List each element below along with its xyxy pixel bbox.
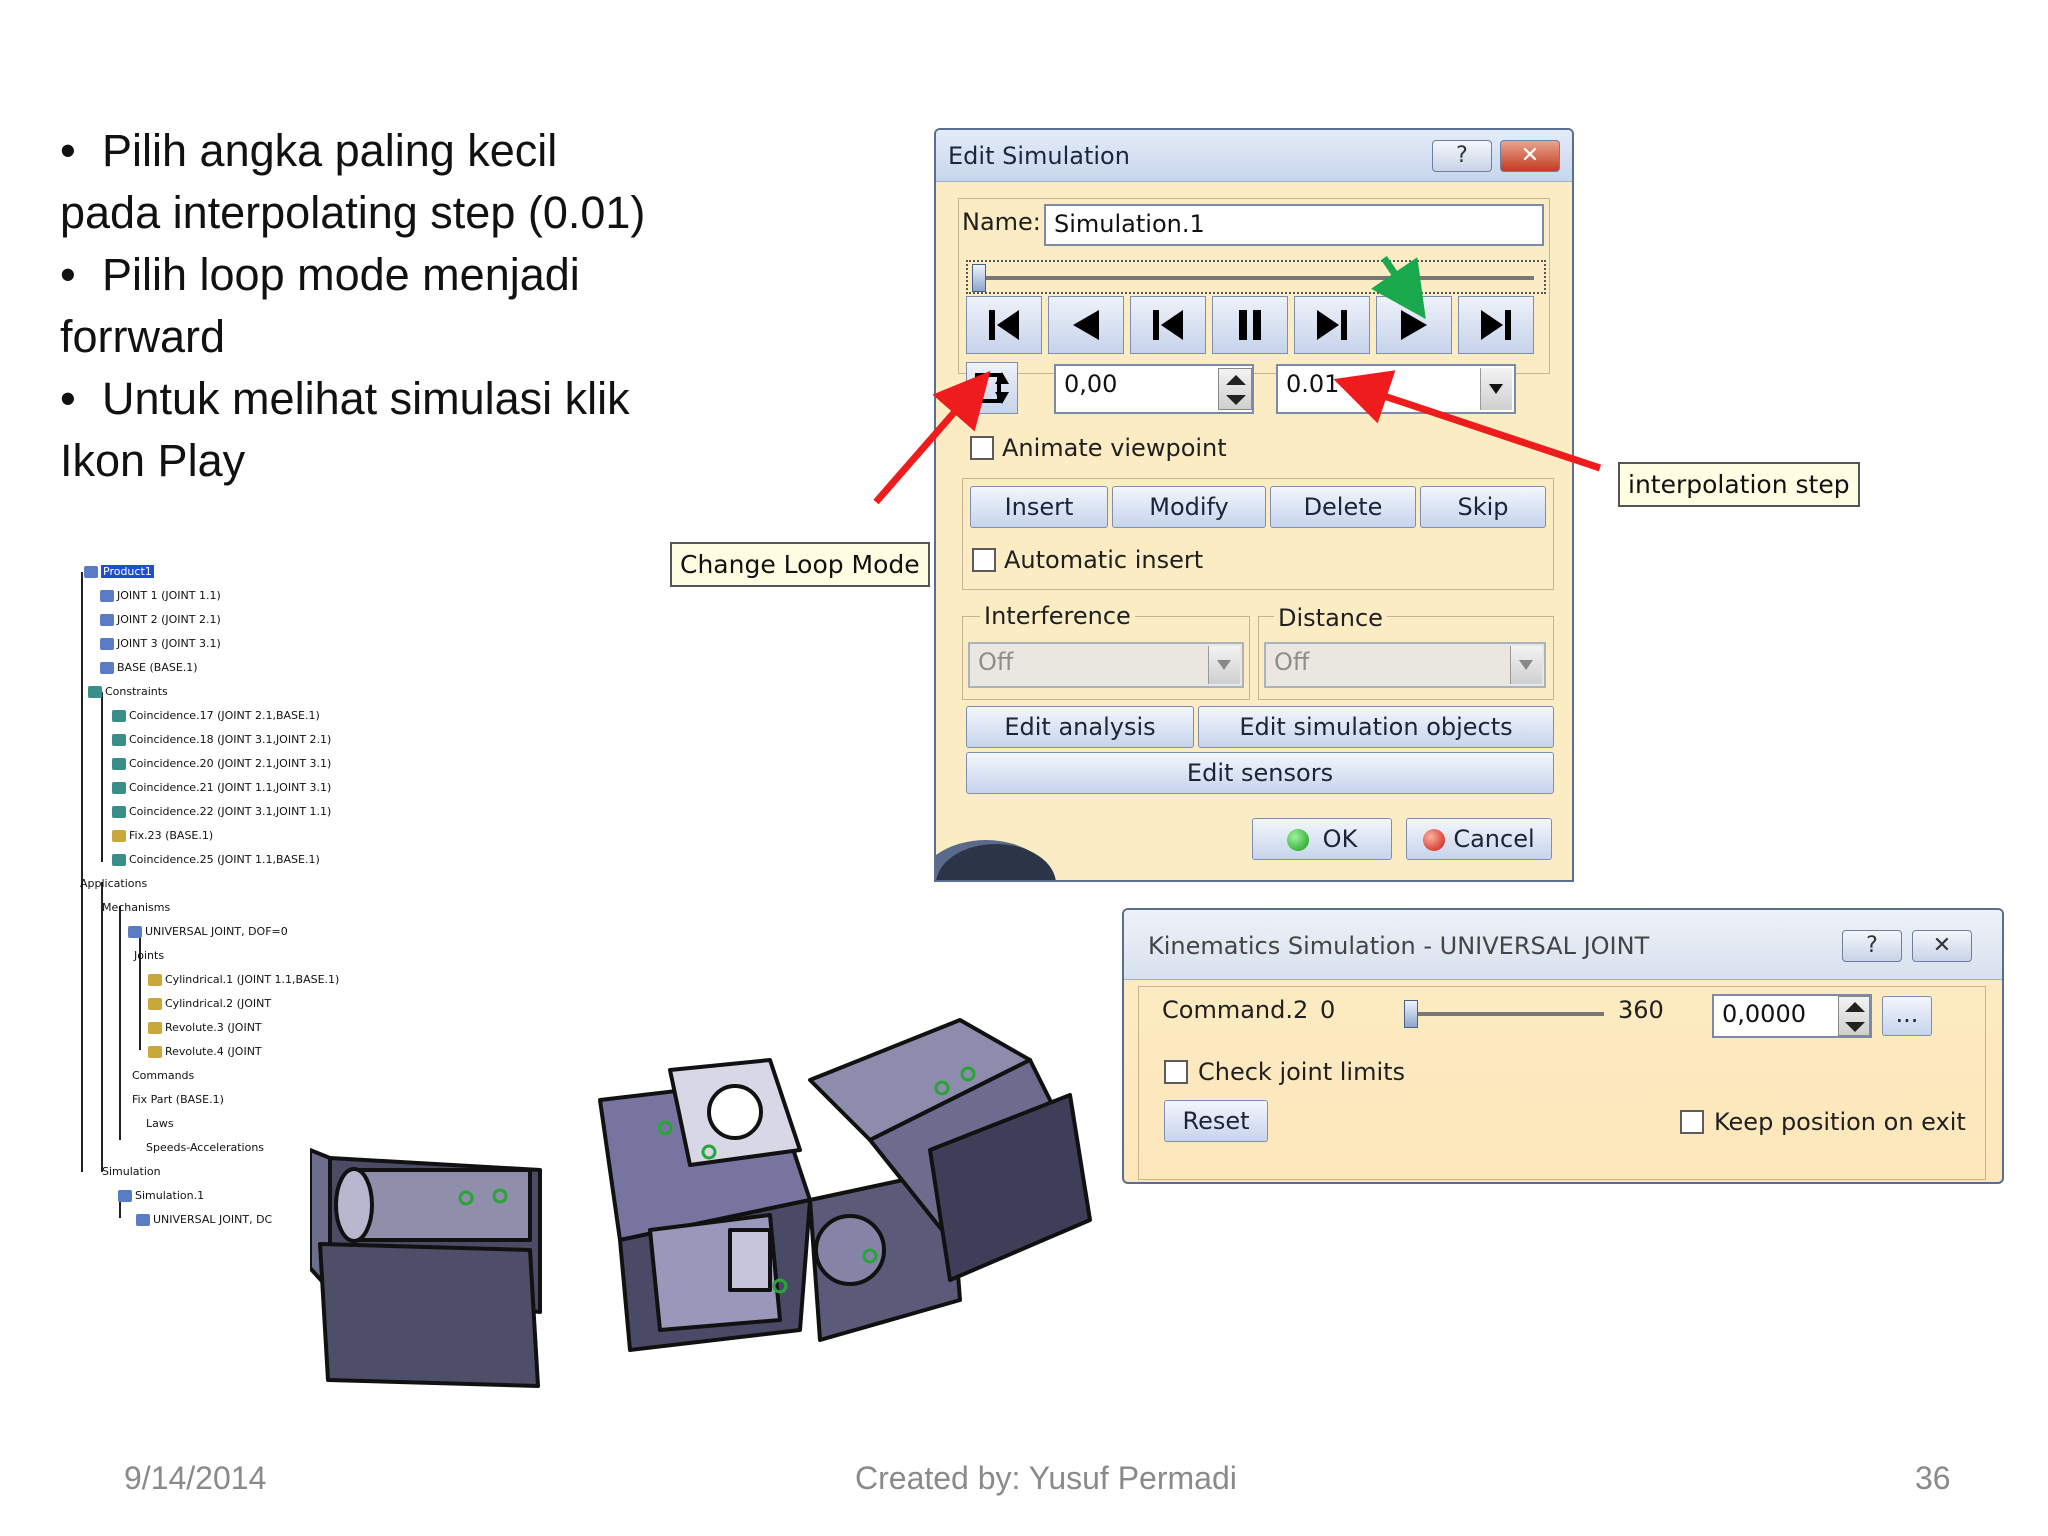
- keep-position-checkbox[interactable]: [1680, 1110, 1704, 1134]
- footer-page-number: 36: [1915, 1460, 1951, 1496]
- close-button[interactable]: ✕: [1912, 930, 1972, 962]
- help-button[interactable]: ?: [1842, 930, 1902, 962]
- footer-date: 9/14/2014: [124, 1460, 267, 1496]
- check-joint-limits-checkbox[interactable]: [1164, 1060, 1188, 1084]
- command-max: 360: [1618, 996, 1664, 1024]
- kinematics-titlebar: Kinematics Simulation - UNIVERSAL JOINT …: [1124, 910, 2002, 980]
- command-label: Command.2: [1162, 996, 1309, 1024]
- command-slider[interactable]: [1404, 1000, 1604, 1028]
- command-min: 0: [1320, 996, 1336, 1024]
- check-joint-limits-label: Check joint limits: [1198, 1058, 1406, 1086]
- keep-position-label: Keep position on exit: [1714, 1108, 1966, 1136]
- arrow-to-loop-mode: [873, 370, 991, 505]
- command-spinner[interactable]: [1838, 996, 1870, 1036]
- kinematics-title: Kinematics Simulation - UNIVERSAL JOINT: [1148, 932, 1650, 960]
- more-button[interactable]: ...: [1882, 996, 1932, 1036]
- footer-author: Created by: Yusuf Permadi: [855, 1460, 1237, 1496]
- annotation-arrows: [873, 256, 1602, 505]
- reset-button[interactable]: Reset: [1164, 1100, 1268, 1142]
- arrow-to-interpolation-step: [1333, 370, 1602, 472]
- kinematics-simulation-dialog: Kinematics Simulation - UNIVERSAL JOINT …: [1122, 908, 2004, 1184]
- command-slider-thumb[interactable]: [1404, 1000, 1418, 1028]
- arrow-to-play: [1371, 256, 1426, 320]
